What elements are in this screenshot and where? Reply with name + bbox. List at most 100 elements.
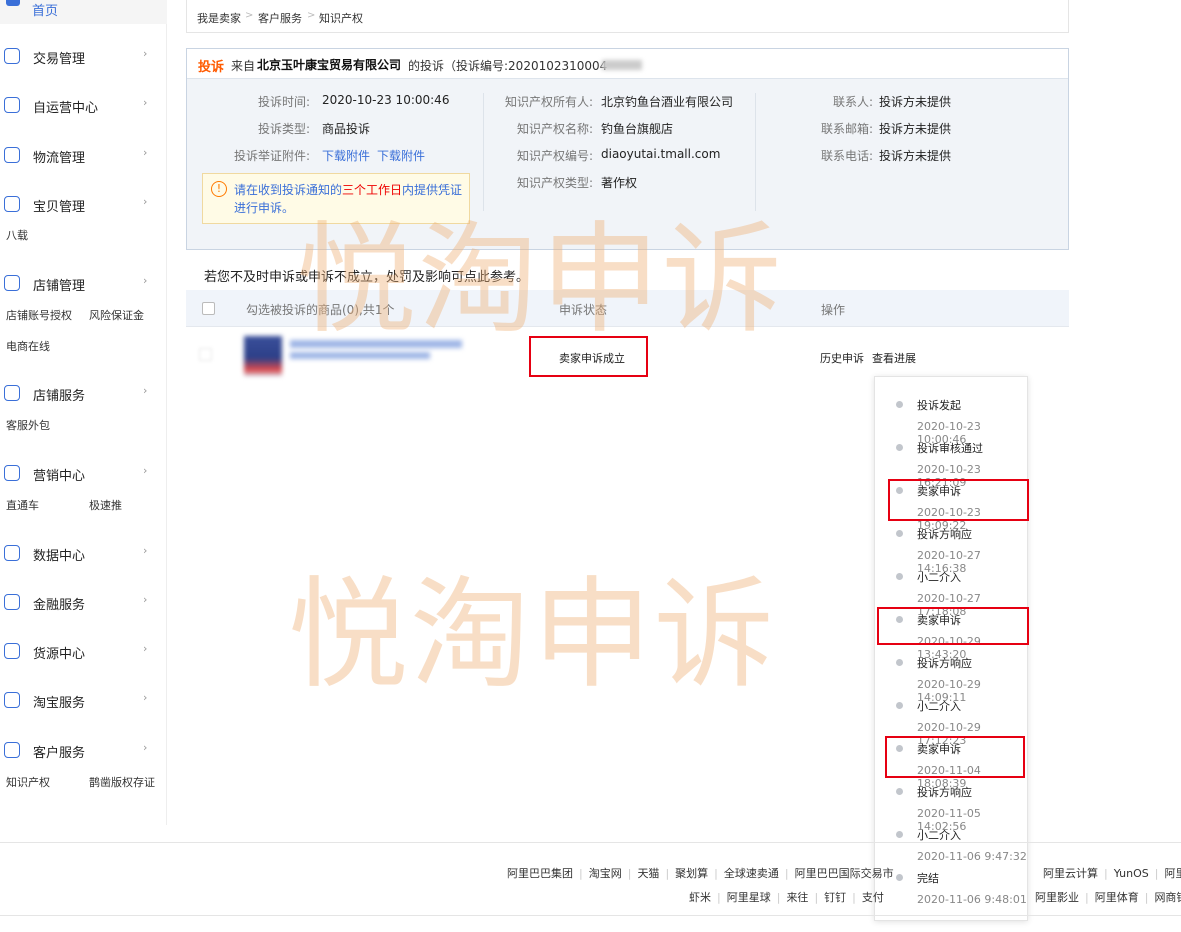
breadcrumb: 我是卖家 > 客户服务 > 知识产权 [186, 0, 1069, 33]
footer-link[interactable]: 阿里 [1164, 867, 1181, 880]
sidebar-sublink[interactable]: 八载 [6, 227, 28, 243]
footer-link[interactable]: 阿里影业 [1035, 891, 1079, 904]
field-label: 知识产权所有人: [504, 95, 593, 109]
info-icon: ! [211, 181, 227, 197]
footer-link[interactable]: 阿里体育 [1095, 891, 1139, 904]
footer-link[interactable]: 聚划算 [675, 867, 708, 880]
sidebar-item-logistics[interactable]: 物流管理 › [0, 145, 167, 169]
penalty-note-link[interactable]: 若您不及时申诉或申诉不成立，处罚及影响可点此参考。 [204, 266, 529, 285]
chevron-right-icon: › [143, 195, 148, 208]
timeline-dot-icon [896, 702, 903, 709]
complaint-id: 的投诉（投诉编号:2020102310004 [408, 59, 608, 73]
sidebar-item-home[interactable]: 首页 [0, 0, 167, 24]
sidebar-sublink[interactable]: 店铺账号授权 [6, 307, 72, 323]
timeline-dot-icon [896, 530, 903, 537]
sidebar-sublink[interactable]: 鹊凿版权存证 [89, 774, 155, 790]
timeline-dot-icon [896, 831, 903, 838]
footer-link[interactable]: 网商银 [1154, 891, 1181, 904]
complaint-time: 2020-10-23 10:00:46 [322, 93, 450, 107]
breadcrumb-separator-icon: > [245, 10, 254, 21]
footer-link[interactable]: 全球速卖通 [724, 867, 779, 880]
footer-separator: | [717, 891, 721, 904]
breadcrumb-separator-icon: > [307, 10, 316, 21]
timeline-dot-icon [896, 659, 903, 666]
timeline-event: 小二介入 2020-10-29 17:12:23 [875, 696, 1029, 747]
footer-link[interactable]: 阿里云计算 [1043, 867, 1098, 880]
goods-icon [4, 196, 20, 212]
timeline-dot-icon [896, 573, 903, 580]
chevron-right-icon: › [143, 47, 148, 60]
sidebar-item-trade[interactable]: 交易管理 › [0, 46, 167, 70]
event-name: 投诉审核通过 [917, 442, 983, 455]
sidebar-item-data[interactable]: 数据中心 › [0, 543, 167, 567]
footer-link[interactable]: 钉钉 [824, 891, 846, 904]
footer-link[interactable]: 阿里巴巴集团 [507, 867, 573, 880]
timeline-dot-icon [896, 401, 903, 408]
footer-link[interactable]: 天猫 [637, 867, 659, 880]
event-name: 小二介入 [917, 700, 961, 713]
footer-links-row2: 虾米 | 阿里星球 | 来往 | 钉钉 | 支付 [689, 889, 884, 905]
complaint-header: 投诉 来自 北京玉叶康宝贸易有限公司 的投诉（投诉编号:202010231000… [187, 49, 1068, 79]
row-checkbox[interactable] [199, 348, 212, 361]
sidebar-item-shop-service[interactable]: 店铺服务 › [0, 383, 167, 407]
sidebar-sublink[interactable]: 风险保证金 [89, 307, 144, 323]
highlight-box [529, 336, 648, 377]
footer-link[interactable]: 淘宝网 [589, 867, 622, 880]
sidebar-item-finance[interactable]: 金融服务 › [0, 592, 167, 616]
logistics-icon [4, 147, 20, 163]
sidebar-sublink[interactable]: 极速推 [89, 497, 122, 513]
progress-timeline-popup: 投诉发起 2020-10-23 10:00:46 投诉审核通过 2020-10-23… [874, 376, 1028, 921]
product-thumbnail[interactable] [244, 336, 282, 376]
timeline-event: 投诉审核通过 2020-10-23 16:21:09 [875, 438, 1029, 489]
sidebar-sublink[interactable]: 直通车 [6, 497, 39, 513]
breadcrumb-item[interactable]: 我是卖家 [197, 10, 241, 26]
breadcrumb-item[interactable]: 客户服务 [258, 10, 302, 26]
complaint-from-label: 来自 [231, 59, 256, 73]
sidebar-item-customer-service[interactable]: 客户服务 › [0, 740, 167, 764]
view-progress-link[interactable]: 查看进展 [872, 350, 916, 366]
sidebar-item-taobao-service[interactable]: 淘宝服务 › [0, 690, 167, 714]
table-header: 勾选被投诉的商品(0),共1个 申诉状态 操作 [186, 290, 1069, 327]
grid-icon [4, 385, 20, 401]
sidebar-sublink[interactable]: 知识产权 [6, 774, 50, 790]
footer-separator: | [814, 891, 819, 904]
sidebar-item-sourcing[interactable]: 货源中心 › [0, 641, 167, 665]
ip-owner: 北京钓鱼台酒业有限公司 [601, 95, 734, 109]
sidebar-item-label: 宝贝管理 [33, 200, 86, 215]
contact-phone: 投诉方未提供 [879, 149, 952, 163]
event-name: 投诉方响应 [917, 786, 972, 799]
megaphone-icon [4, 465, 20, 481]
select-all-checkbox[interactable] [202, 302, 215, 315]
sidebar-item-label: 金融服务 [33, 598, 86, 613]
timeline-dot-icon [896, 444, 903, 451]
footer-link[interactable]: 支付 [862, 891, 884, 904]
sidebar-item-goods[interactable]: 宝贝管理 › [0, 194, 167, 218]
timeline-dot-icon [896, 874, 903, 881]
field-label: 联系电话: [820, 149, 873, 163]
footer-separator: | [1104, 867, 1108, 880]
footer-links-row1: 阿里巴巴集团 | 淘宝网 | 天猫 | 聚划算 | 全球速卖通 | 阿里巴巴国际交易市 [507, 865, 894, 881]
footer-divider [0, 842, 1181, 843]
download-attachment-link[interactable]: 下载附件 [377, 147, 425, 164]
breadcrumb-item[interactable]: 知识产权 [319, 10, 363, 26]
redacted-mask [602, 60, 642, 70]
timeline-event: 投诉发起 2020-10-23 10:00:46 [875, 395, 1029, 446]
sidebar-item-marketing[interactable]: 营销中心 › [0, 463, 167, 487]
footer-link[interactable]: 虾米 [689, 891, 711, 904]
footer-link[interactable]: YunOS [1114, 867, 1149, 880]
column-header-goods: 勾选被投诉的商品(0),共1个 [246, 303, 395, 317]
product-title-blurred[interactable] [290, 340, 462, 348]
footer-link[interactable]: 阿里星球 [727, 891, 771, 904]
footer-link[interactable]: 来往 [786, 891, 808, 904]
complaint-panel: 投诉 来自 北京玉叶康宝贸易有限公司 的投诉（投诉编号:202010231000… [186, 48, 1069, 250]
download-attachment-link[interactable]: 下载附件 [322, 147, 370, 164]
sidebar-item-label: 店铺服务 [33, 389, 86, 404]
sidebar-item-self-operation[interactable]: 自运营中心 › [0, 95, 167, 119]
sidebar-item-shop[interactable]: 店铺管理 › [0, 273, 167, 297]
event-name: 投诉方响应 [917, 657, 972, 670]
sidebar-sublink[interactable]: 客服外包 [6, 417, 50, 433]
footer-link[interactable]: 阿里巴巴国际交易市 [795, 867, 894, 880]
sidebar-item-label: 店铺管理 [33, 279, 86, 294]
history-appeal-link[interactable]: 历史申诉 [820, 350, 864, 366]
sidebar-sublink[interactable]: 电商在线 [6, 338, 50, 354]
